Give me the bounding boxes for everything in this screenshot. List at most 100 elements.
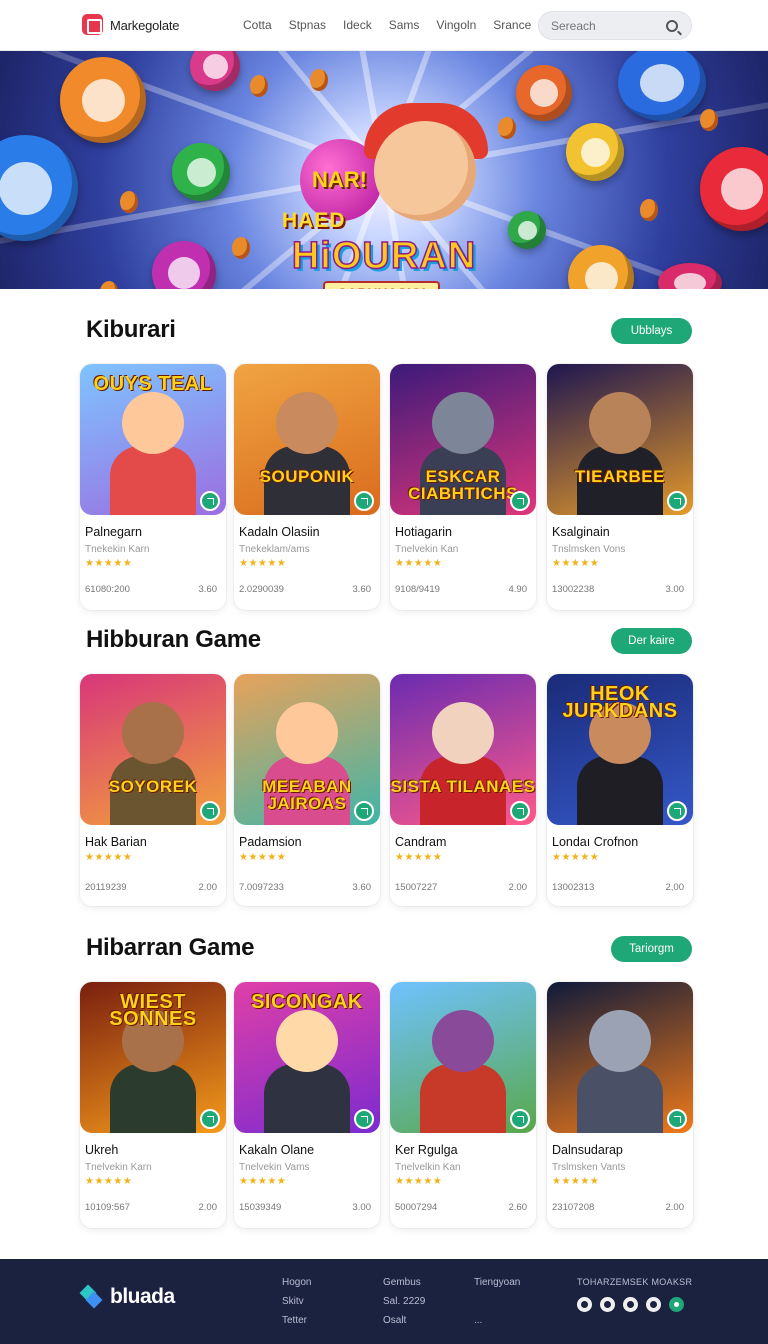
download-count: 7.0097233 <box>239 882 284 893</box>
section-action-button[interactable]: Tariorgm <box>611 936 692 962</box>
character-body <box>420 1064 506 1133</box>
section-action-button[interactable]: Der kaire <box>611 628 692 654</box>
install-badge-icon[interactable] <box>354 491 374 511</box>
character-body <box>577 1064 663 1133</box>
game-token <box>566 123 624 181</box>
footer-brand[interactable]: bluada <box>110 1285 175 1309</box>
game-thumbnail[interactable]: HEOK JURKDANS <box>547 674 693 825</box>
footer-link[interactable]: Skitv <box>282 1292 311 1311</box>
game-title[interactable]: Kadaln Olasiin <box>239 525 320 539</box>
logo-icon[interactable] <box>82 14 103 35</box>
search-bar[interactable] <box>538 11 692 40</box>
star-rating: ★★★★★ <box>85 558 133 569</box>
game-title[interactable]: Candram <box>395 835 446 849</box>
game-thumbnail[interactable] <box>390 982 536 1133</box>
game-thumbnail[interactable]: SISTA TILANAES <box>390 674 536 825</box>
game-title[interactable]: Ukreh <box>85 1143 118 1157</box>
install-badge-icon[interactable] <box>667 491 687 511</box>
footer-link[interactable]: Osalt <box>383 1311 425 1330</box>
section-action-button[interactable]: Ubblays <box>611 318 692 344</box>
game-title[interactable]: Kakaln Olane <box>239 1143 314 1157</box>
game-thumbnail[interactable]: SOUPONIK <box>234 364 380 515</box>
brand-name[interactable]: Markegolate <box>110 18 180 33</box>
game-thumbnail[interactable] <box>547 982 693 1133</box>
install-badge-icon[interactable] <box>510 491 530 511</box>
footer-link[interactable] <box>474 1292 520 1311</box>
game-thumbnail[interactable]: SOYOREK <box>80 674 226 825</box>
link-icon[interactable] <box>623 1297 638 1312</box>
install-badge-icon[interactable] <box>354 1109 374 1129</box>
game-card[interactable]: SOYOREK Hak Barian ★★★★★ 20119239 2.00 <box>80 674 226 906</box>
character-body <box>110 446 196 515</box>
character-head <box>589 392 651 454</box>
search-icon[interactable] <box>666 20 678 32</box>
footer-link[interactable]: Tetter <box>282 1311 311 1330</box>
main-nav: Cotta Stpnas Ideck Sams Vingoln Srance <box>243 18 548 32</box>
game-card[interactable]: SISTA TILANAES Candram ★★★★★ 15007227 2.00 <box>390 674 536 906</box>
download-count: 15039349 <box>239 1202 282 1213</box>
game-title[interactable]: Palnegarn <box>85 525 142 539</box>
footer-link[interactable]: Sal. 2229 <box>383 1292 425 1311</box>
game-card[interactable]: TIEARBEE Ksalginain Tnslmsken Vons ★★★★★ 130… <box>547 364 693 610</box>
game-title[interactable]: Dalnsudarap <box>552 1143 623 1157</box>
game-title[interactable]: Londaı Crofnon <box>552 835 638 849</box>
star-rating: ★★★★★ <box>552 852 600 863</box>
game-title[interactable]: Padamsion <box>239 835 302 849</box>
character-body <box>110 1064 196 1133</box>
nav-item[interactable]: Srance <box>493 18 531 32</box>
game-thumbnail[interactable]: ESKCAR CIABHTICHS <box>390 364 536 515</box>
game-card[interactable]: MEEABAN JAIROAS Padamsion ★★★★★ 7.0097233 3.… <box>234 674 380 906</box>
install-badge-icon[interactable] <box>354 801 374 821</box>
game-title[interactable]: Hak Barian <box>85 835 147 849</box>
character-head <box>589 1010 651 1072</box>
game-card[interactable]: ESKCAR CIABHTICHS Hotiagarin Tnelvekin Kan… <box>390 364 536 610</box>
game-card[interactable]: Dalnsudarap Trslmsken Vants ★★★★★ 23107208 2… <box>547 982 693 1228</box>
game-token <box>700 147 768 231</box>
install-badge-icon[interactable] <box>200 1109 220 1129</box>
footer-link[interactable]: Gembus <box>383 1273 425 1292</box>
search-input[interactable] <box>551 19 661 33</box>
nav-item[interactable]: Stpnas <box>289 18 326 32</box>
download-count: 9108/9419 <box>395 584 440 595</box>
game-card[interactable]: HEOK JURKDANS Londaı Crofnon ★★★★★ 13002313… <box>547 674 693 906</box>
game-token <box>516 65 572 121</box>
game-card[interactable]: SICONGAK Kakaln Olane Tnelvekin Vams ★★★★★ 1… <box>234 982 380 1228</box>
game-title[interactable]: Ksalginain <box>552 525 610 539</box>
game-card[interactable]: WIEST SONNES Ukreh Tnelvekin Karn ★★★★★ 1010… <box>80 982 226 1228</box>
nav-item[interactable]: Sams <box>389 18 420 32</box>
install-badge-icon[interactable] <box>667 801 687 821</box>
game-thumbnail[interactable]: OUYS TEAL <box>80 364 226 515</box>
footer-link[interactable]: ... <box>474 1311 520 1330</box>
footer-column: Gembus Sal. 2229 Osalt <box>383 1273 425 1330</box>
game-title[interactable]: Ker Rgulga <box>395 1143 458 1157</box>
nav-item[interactable]: Cotta <box>243 18 272 32</box>
clock-icon[interactable] <box>600 1297 615 1312</box>
install-badge-icon[interactable] <box>200 491 220 511</box>
game-card[interactable]: OUYS TEAL Palnegarn Tnekekin Karn ★★★★★ 6108… <box>80 364 226 610</box>
nav-item[interactable]: Ideck <box>343 18 372 32</box>
game-thumbnail[interactable]: MEEABAN JAIROAS <box>234 674 380 825</box>
game-card[interactable]: SOUPONIK Kadaln Olasiin Tnekeklam/ams ★★★★★… <box>234 364 380 610</box>
close-icon[interactable] <box>646 1297 661 1312</box>
coin-icon <box>250 75 268 97</box>
game-card[interactable]: Ker Rgulga Tnelvelkin Kan ★★★★★ 50007294 2.6… <box>390 982 536 1228</box>
game-thumbnail[interactable]: TIEARBEE <box>547 364 693 515</box>
nav-item[interactable]: Vingoln <box>436 18 476 32</box>
footer-logo-icon[interactable] <box>82 1285 102 1307</box>
game-price: 3.60 <box>352 882 372 893</box>
game-title[interactable]: Hotiagarin <box>395 525 452 539</box>
coin-icon <box>640 199 658 221</box>
game-thumbnail[interactable]: SICONGAK <box>234 982 380 1133</box>
game-thumbnail[interactable]: WIEST SONNES <box>80 982 226 1133</box>
character-head <box>432 1010 494 1072</box>
footer-link[interactable]: Tiengyoan <box>474 1273 520 1292</box>
install-badge-icon[interactable] <box>510 801 530 821</box>
game-price: 3.60 <box>198 584 218 595</box>
install-badge-icon[interactable] <box>510 1109 530 1129</box>
footer-link[interactable]: Hogon <box>282 1273 311 1292</box>
chat-icon[interactable] <box>669 1297 684 1312</box>
install-badge-icon[interactable] <box>667 1109 687 1129</box>
hero-banner[interactable]: NAR! HAED HiOURAN CABUHASIGI <box>0 51 768 289</box>
install-badge-icon[interactable] <box>200 801 220 821</box>
circle-icon[interactable] <box>577 1297 592 1312</box>
